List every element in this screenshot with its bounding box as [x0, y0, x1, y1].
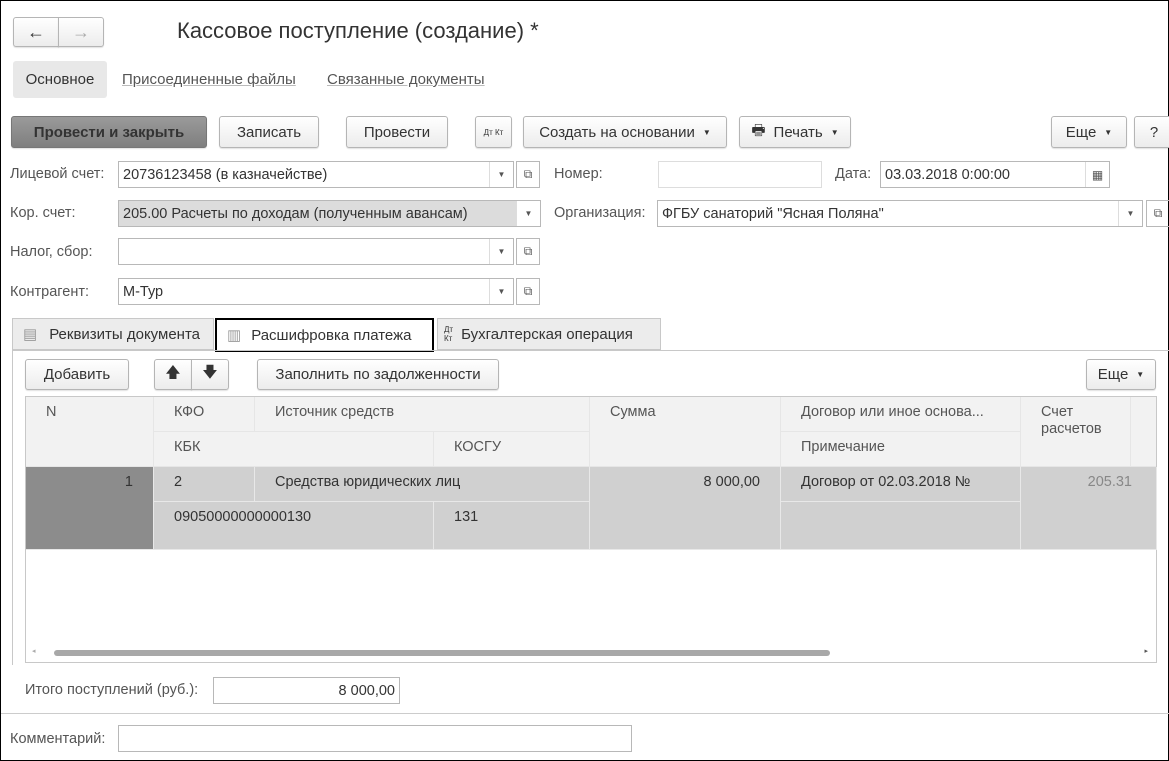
table-icon: ▥ — [227, 327, 242, 344]
printer-icon: 🖶 — [751, 121, 766, 139]
open-icon[interactable]: ⧉ — [516, 278, 540, 305]
print-label: Печать — [773, 123, 823, 141]
scroll-left-icon[interactable]: ◂ — [32, 647, 36, 655]
row-note[interactable] — [781, 502, 1021, 550]
total-field: 8 000,00 — [213, 677, 400, 704]
open-icon[interactable]: ⧉ — [1146, 200, 1169, 227]
chevron-down-icon: ▼ — [702, 127, 711, 137]
tab-label: Расшифровка платежа — [251, 326, 412, 344]
row-kfo[interactable]: 2 — [154, 467, 255, 502]
chevron-down-icon: ▼ — [1104, 127, 1113, 137]
header-contract[interactable]: Договор или иное основа... — [781, 397, 1021, 432]
row-kbk[interactable]: 09050000000000130 — [154, 502, 434, 550]
number-label: Номер: — [554, 166, 603, 182]
header-kfo[interactable]: КФО — [154, 397, 255, 432]
tax-field[interactable]: ▼ — [118, 238, 514, 265]
header-n[interactable]: N — [26, 397, 154, 467]
save-button[interactable]: Записать — [219, 116, 319, 148]
dtkt-icon: Дт Кт — [444, 325, 454, 343]
create-based-on-button[interactable]: Создать на основании ▼ — [523, 116, 727, 148]
payment-table: N КФО Источник средств КБК КОСГУ Сумма Д… — [25, 396, 1157, 663]
add-button[interactable]: Добавить — [25, 359, 129, 390]
row-n[interactable]: 1 — [26, 467, 154, 550]
forward-button[interactable]: → — [58, 17, 104, 47]
arrow-down-icon: 🡇 — [202, 364, 218, 381]
chevron-down-icon[interactable]: ▼ — [489, 162, 513, 187]
tax-label: Налог, сбор: — [10, 244, 93, 260]
org-label: Организация: — [554, 205, 646, 221]
print-button[interactable]: 🖶 Печать ▼ — [739, 116, 851, 148]
header-sum[interactable]: Сумма — [590, 397, 781, 467]
header-note[interactable]: Примечание — [781, 432, 1021, 467]
comment-field[interactable] — [118, 725, 632, 752]
more-label: Еще — [1097, 366, 1129, 383]
contractor-field[interactable]: М-Тур ▼ — [118, 278, 514, 305]
contractor-label: Контрагент: — [10, 284, 89, 300]
tab-label: Бухгалтерская операция — [461, 325, 633, 343]
document-icon: ▤ — [23, 326, 38, 343]
post-button[interactable]: Провести — [346, 116, 448, 148]
row-sum[interactable]: 8 000,00 — [590, 467, 781, 550]
chevron-down-icon: ▼ — [830, 127, 839, 137]
row-source[interactable]: Средства юридических лиц — [255, 467, 590, 502]
move-down-button[interactable]: 🡇 — [191, 359, 229, 390]
create-based-label: Создать на основании — [539, 123, 695, 141]
help-button[interactable]: ? — [1134, 116, 1169, 148]
date-field[interactable]: 03.03.2018 0:00:00 ▦ — [880, 161, 1110, 188]
horizontal-scrollbar[interactable] — [54, 650, 830, 656]
total-label: Итого поступлений (руб.): — [25, 682, 199, 698]
open-icon[interactable]: ⧉ — [516, 161, 540, 188]
row-account[interactable]: 205.31 — [1021, 467, 1157, 550]
account-field[interactable]: 20736123458 (в казначействе) ▼ — [118, 161, 514, 188]
org-field[interactable]: ФГБУ санаторий "Ясная Поляна" ▼ — [657, 200, 1143, 227]
date-value: 03.03.2018 0:00:00 — [885, 166, 1010, 183]
back-button[interactable]: ← — [13, 17, 59, 47]
chevron-down-icon[interactable]: ▼ — [489, 239, 513, 264]
scroll-right-icon[interactable]: ▸ — [1144, 647, 1148, 655]
row-kosgu[interactable]: 131 — [434, 502, 590, 550]
header-kbk[interactable]: КБК — [154, 432, 434, 467]
open-icon[interactable]: ⧉ — [516, 238, 540, 265]
more-label: Еще — [1065, 123, 1097, 141]
header-account[interactable]: Счет расчетов — [1021, 397, 1131, 467]
cor-account-value: 205.00 Расчеты по доходам (полученным ав… — [123, 205, 468, 222]
post-and-close-button[interactable]: Провести и закрыть — [11, 116, 207, 148]
arrow-up-icon: 🡅 — [165, 364, 181, 381]
tab-main[interactable]: Основное — [13, 61, 107, 98]
header-kosgu[interactable]: КОСГУ — [434, 432, 590, 467]
chevron-down-icon[interactable]: ▼ — [516, 201, 540, 226]
dtkt-button[interactable]: Дт Кт — [475, 116, 512, 148]
chevron-down-icon: ▼ — [1136, 370, 1145, 379]
tab-label: Реквизиты документа — [49, 325, 201, 343]
table-more-button[interactable]: Еще ▼ — [1086, 359, 1156, 390]
number-field[interactable] — [658, 161, 822, 188]
cor-account-label: Кор. счет: — [10, 205, 76, 221]
comment-label: Комментарий: — [10, 731, 106, 747]
date-label: Дата: — [835, 166, 872, 182]
move-up-button[interactable]: 🡅 — [154, 359, 192, 390]
tab-accounting-operation[interactable]: Дт Кт Бухгалтерская операция — [437, 318, 661, 350]
page-title: Кассовое поступление (создание) * — [177, 18, 539, 43]
divider — [1, 713, 1169, 714]
row-contract[interactable]: Договор от 02.03.2018 № — [781, 467, 1021, 502]
tab-doc-details[interactable]: ▤ Реквизиты документа — [12, 318, 214, 350]
chevron-down-icon[interactable]: ▼ — [1118, 201, 1142, 226]
tab-payment-breakdown[interactable]: ▥ Расшифровка платежа — [215, 318, 434, 352]
org-value: ФГБУ санаторий "Ясная Поляна" — [662, 205, 884, 222]
tab-attached-files[interactable]: Присоединенные файлы — [122, 71, 296, 88]
chevron-down-icon[interactable]: ▼ — [489, 279, 513, 304]
fill-by-debt-button[interactable]: Заполнить по задолженности — [257, 359, 499, 390]
calendar-icon[interactable]: ▦ — [1085, 162, 1109, 187]
account-label: Лицевой счет: — [10, 166, 105, 182]
account-value: 20736123458 (в казначействе) — [123, 166, 328, 183]
tab-related-docs[interactable]: Связанные документы — [327, 71, 485, 88]
more-button[interactable]: Еще ▼ — [1051, 116, 1127, 148]
contractor-value: М-Тур — [123, 283, 164, 300]
header-source[interactable]: Источник средств — [255, 397, 590, 432]
dtkt-icon: Дт Кт — [483, 127, 504, 137]
cor-account-field[interactable]: 205.00 Расчеты по доходам (полученным ав… — [118, 200, 541, 227]
